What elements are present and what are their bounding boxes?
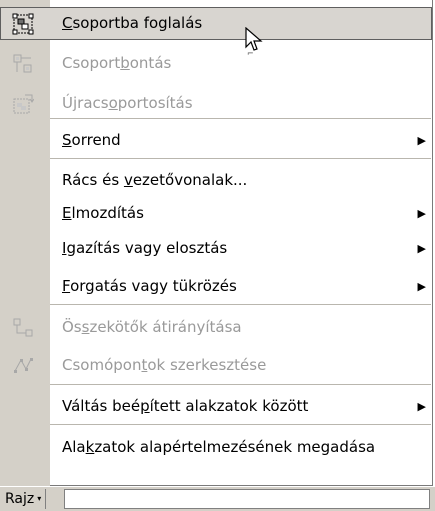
menu-item-label: Sorrend <box>62 131 121 149</box>
rajz-label: Rajz <box>5 491 35 507</box>
menu-item-label: Újracsoportosítás <box>62 94 193 112</box>
group-icon <box>12 13 34 35</box>
edit-points-icon <box>12 355 34 377</box>
menu-item: Újracsoportosítás <box>0 87 432 120</box>
menu-separator <box>50 158 431 159</box>
menu-separator <box>50 384 431 385</box>
menu-separator <box>50 424 431 425</box>
menu-separator <box>50 304 431 305</box>
submenu-arrow-icon: ▶ <box>417 207 426 220</box>
menu-item: Csomópontok szerkesztése <box>0 349 432 382</box>
menu-item-label: Csoportba foglalás <box>62 14 203 32</box>
submenu-arrow-icon: ▶ <box>417 280 426 293</box>
menu-separator <box>50 118 431 119</box>
submenu-arrow-icon: ▶ <box>417 400 426 413</box>
menu-item-label: Forgatás vagy tükrözés <box>62 277 237 295</box>
menu-item[interactable]: Váltás beépített alakzatok között ▶ <box>0 390 432 423</box>
menu-item[interactable]: Sorrend ▶ <box>0 124 432 157</box>
menu-item-label: Elmozdítás <box>62 204 144 222</box>
rajz-menu-button[interactable]: Rajz ▾ <box>1 489 47 509</box>
menu-item-label: Csomópontok szerkesztése <box>62 356 267 374</box>
drawing-toolbar: Rajz ▾ <box>0 486 435 511</box>
ungroup-icon <box>12 53 34 75</box>
chevron-down-icon: ▾ <box>37 494 42 503</box>
menu-item: Csoportbontás <box>0 47 432 80</box>
menu-item-label: Alakzatok alapértelmezésének megadása <box>62 438 376 456</box>
regroup-icon <box>12 93 35 115</box>
menu-item-label: Csoportbontás <box>62 54 172 72</box>
drawing-context-menu: Csoportba foglalás Csoportbontás Újracso… <box>0 0 433 486</box>
menu-item[interactable]: Forgatás vagy tükrözés ▶ <box>0 270 432 303</box>
reroute-connectors-icon <box>12 317 34 339</box>
menu-item[interactable]: Igazítás vagy elosztás ▶ <box>0 232 432 265</box>
menu-item[interactable]: Csoportba foglalás <box>0 7 432 40</box>
submenu-arrow-icon: ▶ <box>417 134 426 147</box>
mouse-cursor-icon: ⌐ <box>245 27 263 57</box>
menu-item-label: Összekötők átirányítása <box>62 318 242 336</box>
menu-item: Összekötők átirányítása <box>0 311 432 344</box>
menu-item[interactable]: Alakzatok alapértelmezésének megadása <box>0 431 432 464</box>
menu-item[interactable]: Rács és vezetővonalak... <box>0 164 432 197</box>
svg-text:⌐: ⌐ <box>247 49 254 57</box>
menu-item-label: Rács és vezetővonalak... <box>62 171 248 189</box>
submenu-arrow-icon: ▶ <box>417 242 426 255</box>
menu-item-label: Igazítás vagy elosztás <box>62 239 228 257</box>
toolbar-field <box>64 489 430 509</box>
menu-item[interactable]: Elmozdítás ▶ <box>0 197 432 230</box>
menu-item-label: Váltás beépített alakzatok között <box>62 397 309 415</box>
